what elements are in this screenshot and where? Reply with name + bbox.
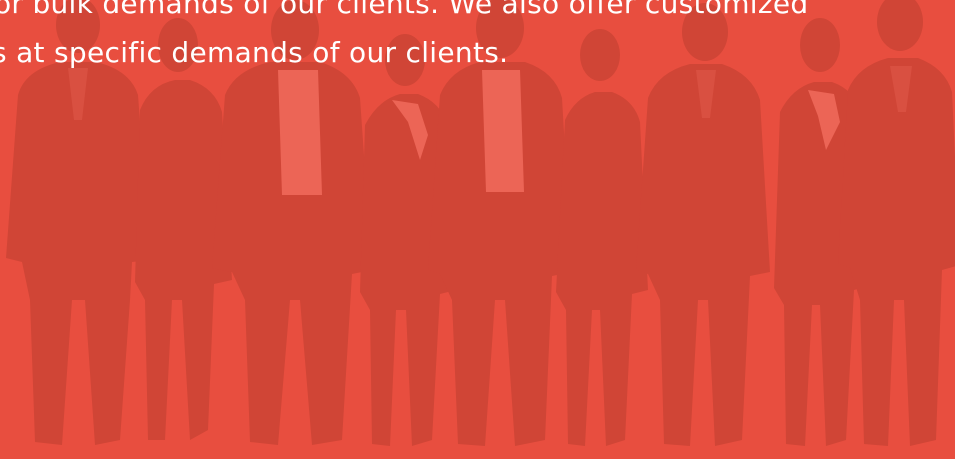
intro-text-line-2: s at specific demands of our clients. xyxy=(0,36,509,69)
silhouette-person-9 xyxy=(838,0,955,446)
hero-banner: or bulk demands of our clients. We also … xyxy=(0,0,955,459)
silhouette-person-6 xyxy=(556,29,648,446)
silhouette-person-7 xyxy=(636,3,770,446)
intro-text-line-1: or bulk demands of our clients. We also … xyxy=(0,0,809,20)
